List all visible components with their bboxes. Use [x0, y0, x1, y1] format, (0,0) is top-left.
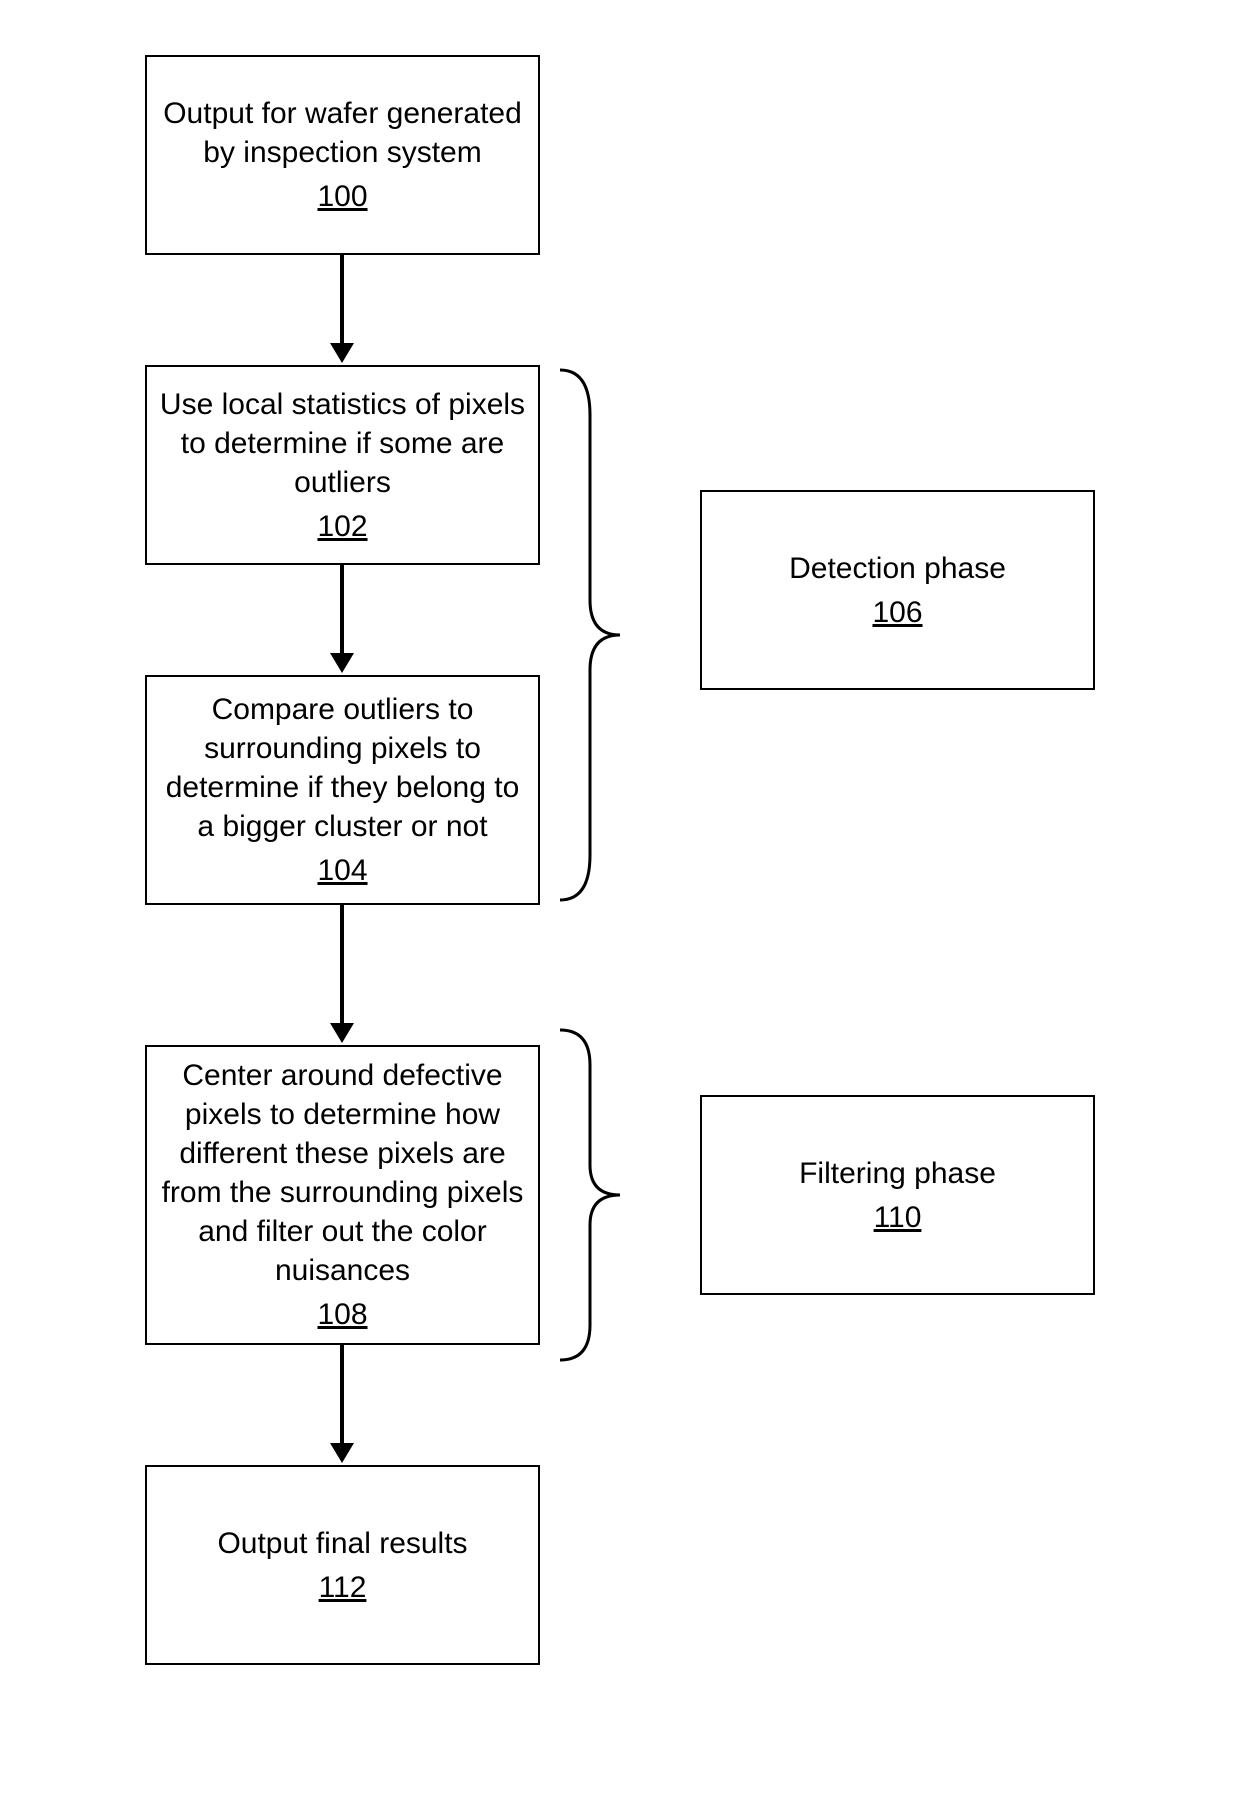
box-text: Output final results: [217, 1524, 467, 1563]
box-compare-outliers: Compare outliers to surrounding pixels t…: [145, 675, 540, 905]
box-ref: 102: [317, 507, 367, 546]
box-text: Output for wafer generated by inspection…: [157, 94, 528, 172]
brace-filtering: [555, 1025, 625, 1365]
box-text: Detection phase: [789, 549, 1006, 588]
box-text: Use local statistics of pixels to determ…: [157, 385, 528, 502]
box-local-statistics: Use local statistics of pixels to determ…: [145, 365, 540, 565]
box-detection-phase: Detection phase 106: [700, 490, 1095, 690]
box-ref: 106: [872, 593, 922, 632]
box-ref: 104: [317, 851, 367, 890]
box-ref: 112: [319, 1568, 367, 1607]
box-ref: 108: [317, 1295, 367, 1334]
box-filtering-phase: Filtering phase 110: [700, 1095, 1095, 1295]
box-output-final: Output final results 112: [145, 1465, 540, 1665]
box-output-wafer: Output for wafer generated by inspection…: [145, 55, 540, 255]
box-text: Center around defective pixels to determ…: [157, 1056, 528, 1290]
flowchart-canvas: Output for wafer generated by inspection…: [0, 0, 1240, 1796]
box-ref: 100: [317, 177, 367, 216]
box-text: Filtering phase: [799, 1154, 996, 1193]
box-ref: 110: [874, 1198, 922, 1237]
box-center-defective: Center around defective pixels to determ…: [145, 1045, 540, 1345]
brace-detection: [555, 365, 625, 905]
box-text: Compare outliers to surrounding pixels t…: [157, 690, 528, 846]
